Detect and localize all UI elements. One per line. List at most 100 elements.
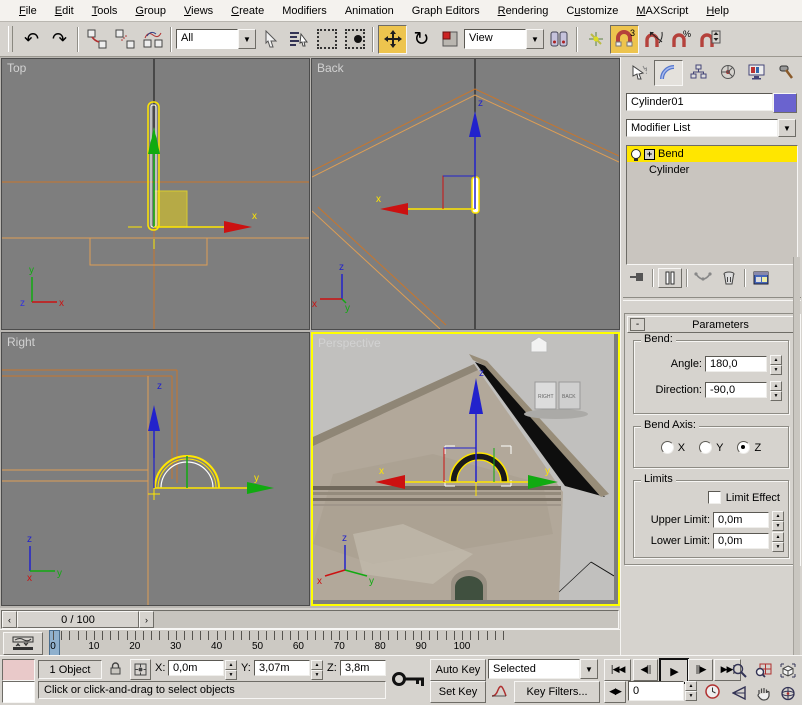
select-and-manipulate-button[interactable] [582,26,609,53]
viewport-perspective[interactable]: Perspective [311,332,620,606]
direction-field[interactable]: -90,0 [705,382,767,398]
timeline-ruler[interactable]: 0102030405060708090100 [46,630,616,656]
limit-effect-checkbox[interactable] [708,491,721,504]
modifier-stack-item-cylinder[interactable]: Cylinder [627,162,797,178]
auto-key-button[interactable]: Auto Key [430,659,486,681]
menu-customize[interactable]: Customize [557,3,627,19]
lower-limit-field[interactable]: 0,0m [713,533,769,549]
menu-create[interactable]: Create [222,3,273,19]
dropdown-arrow-icon[interactable]: ▼ [778,119,796,137]
y-coord-field[interactable]: 3,07m [254,660,310,676]
percent-snap-toggle-button[interactable]: % [668,26,695,53]
key-filters-button[interactable]: Key Filters... [514,681,600,703]
modifier-visibility-bulb-icon[interactable] [631,149,641,159]
menu-group[interactable]: Group [126,3,175,19]
direction-spinner[interactable]: ▲▼ [770,381,782,399]
tab-motion[interactable] [714,60,741,84]
menu-views[interactable]: Views [175,3,222,19]
make-unique-button[interactable] [692,269,714,287]
menu-help[interactable]: Help [697,3,738,19]
bend-axis-radio-y[interactable]: Y [699,441,723,454]
viewport-back[interactable]: Back x z z x y [311,58,620,330]
tab-display[interactable] [743,60,770,84]
select-object-button[interactable] [257,26,284,53]
modifier-stack-item-bend[interactable]: +Bend [627,146,797,162]
radio-icon[interactable] [661,441,674,454]
spinner-up-icon[interactable]: ▲ [770,355,782,365]
snaps-toggle-button[interactable]: 3 [610,25,639,54]
dropdown-arrow-icon[interactable]: ▼ [238,29,256,49]
zoom-all-button[interactable] [752,659,775,681]
use-pivot-point-center-button[interactable] [545,26,572,53]
remove-modifier-button[interactable] [718,269,740,287]
bend-axis-radio-z[interactable]: Z [737,441,761,454]
time-slider-prev-button[interactable]: ‹ [2,611,17,628]
key-mode-toggle-button[interactable]: ◀▶ [604,681,626,703]
unlink-selection-button[interactable] [111,26,138,53]
toolbar-grip[interactable] [8,26,13,52]
select-and-scale-button[interactable] [436,26,463,53]
open-mini-curve-editor-button[interactable] [3,632,43,655]
parameters-rollout-header[interactable]: - Parameters [627,316,797,333]
upper-limit-field[interactable]: 0,0m [713,512,769,528]
pan-button[interactable] [752,682,775,704]
reference-coordinate-system-dropdown[interactable]: View ▼ [464,29,544,49]
viewport-back-label[interactable]: Back [317,61,344,75]
menu-graph-editors[interactable]: Graph Editors [403,3,489,19]
spinner-down-icon[interactable]: ▼ [770,365,782,375]
undo-button[interactable]: ↶ [18,26,45,53]
viewport-perspective-label[interactable]: Perspective [318,336,381,350]
z-coord-field[interactable]: 3,8m [340,660,386,676]
menu-edit[interactable]: Edit [46,3,83,19]
spinner-down-icon[interactable]: ▼ [770,391,782,401]
menu-rendering[interactable]: Rendering [489,3,558,19]
selection-lock-toggle[interactable] [106,660,124,677]
upper-limit-spinner[interactable]: ▲▼ [772,511,784,529]
select-and-rotate-button[interactable]: ↻ [408,26,435,53]
time-slider-next-button[interactable]: › [139,611,154,628]
object-color-swatch[interactable] [773,93,797,113]
radio-icon[interactable] [737,441,750,454]
pin-stack-button[interactable] [626,269,648,287]
default-in-out-tangents-button[interactable] [488,681,510,701]
menu-animation[interactable]: Animation [336,3,403,19]
go-to-start-button[interactable]: |◀◀ [604,659,631,681]
maxscript-macro-recorder-line[interactable] [2,659,35,681]
time-configuration-button[interactable] [701,681,723,701]
viewport-right-label[interactable]: Right [7,335,35,349]
configure-modifier-sets-button[interactable] [750,269,772,287]
spinner-up-icon[interactable]: ▲ [772,532,784,542]
spinner-up-icon[interactable]: ▲ [772,511,784,521]
selection-filter-dropdown[interactable]: All ▼ [176,29,256,49]
window-crossing-button[interactable] [341,26,368,53]
viewport-top-label[interactable]: Top [7,61,26,75]
set-keys-big-button[interactable] [390,662,428,696]
expand-icon[interactable]: + [644,149,655,160]
zoom-button[interactable] [728,659,751,681]
set-key-button[interactable]: Set Key [430,681,486,703]
object-name-field[interactable]: Cylinder01 [626,93,773,111]
next-frame-button[interactable]: ||▶ [688,659,713,681]
bind-to-spacewarp-button[interactable] [139,26,166,53]
select-by-name-button[interactable] [285,26,312,53]
spinner-up-icon[interactable]: ▲ [770,381,782,391]
lower-limit-spinner[interactable]: ▲▼ [772,532,784,550]
menu-tools[interactable]: Tools [83,3,127,19]
previous-frame-button[interactable]: ◀|| [633,659,658,681]
dropdown-arrow-icon[interactable]: ▼ [526,29,544,49]
track-bar[interactable]: 0102030405060708090100 [0,629,620,656]
tab-hierarchy[interactable] [685,60,712,84]
menu-file[interactable]: File [10,3,46,19]
spinner-snap-toggle-button[interactable] [696,26,723,53]
modifier-list-dropdown[interactable]: Modifier List ▼ [626,119,796,137]
menu-modifiers[interactable]: Modifiers [273,3,336,19]
rectangular-selection-region-button[interactable] [313,26,340,53]
viewport-top[interactable]: Top x y x z [1,58,310,330]
tab-modify[interactable] [654,60,683,86]
panel-scroll-strip[interactable] [793,257,800,656]
x-coord-spinner[interactable]: ▲▼ [225,660,237,676]
zoom-extents-button[interactable] [776,659,799,681]
x-coord-field[interactable]: 0,0m [168,660,224,676]
y-coord-spinner[interactable]: ▲▼ [311,660,323,676]
angle-spinner[interactable]: ▲▼ [770,355,782,373]
